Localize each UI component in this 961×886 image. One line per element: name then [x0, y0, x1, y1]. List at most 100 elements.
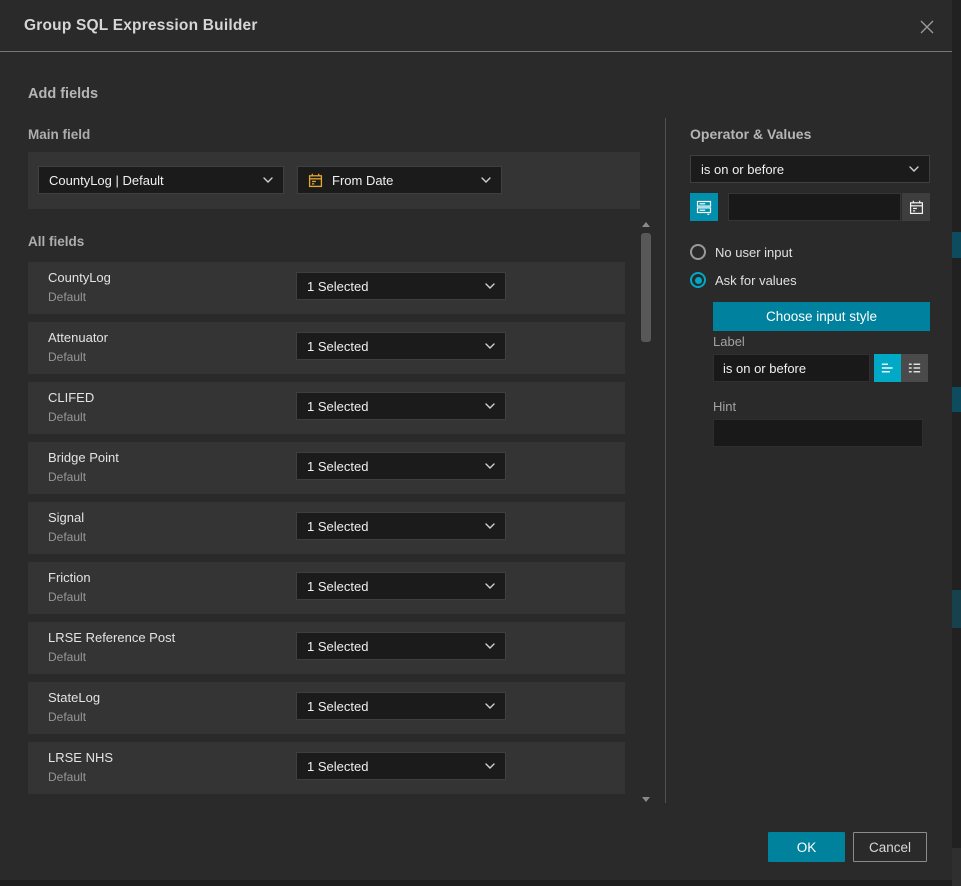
field-layer-sublabel: Default	[48, 410, 86, 424]
field-selection-value: 1 Selected	[307, 579, 479, 594]
radio-circle-selected-icon	[690, 272, 706, 288]
layer-dropdown[interactable]: CountyLog | Default	[38, 166, 284, 194]
field-name: LRSE Reference Post	[48, 630, 175, 645]
background-page-sliver	[952, 0, 961, 886]
field-row: CountyLog Default 1 Selected	[28, 262, 625, 314]
scrollbar-down-arrow-icon[interactable]	[642, 797, 650, 802]
field-selection-value: 1 Selected	[307, 519, 479, 534]
add-fields-heading: Add fields	[28, 86, 98, 102]
hint-input[interactable]	[713, 419, 923, 447]
date-picker-button[interactable]	[902, 193, 930, 221]
chevron-down-icon	[485, 403, 495, 409]
field-name: CLIFED	[48, 390, 94, 405]
field-name: Attenuator	[48, 330, 108, 345]
main-field-dropdown[interactable]: From Date	[297, 166, 502, 194]
field-selection-dropdown[interactable]: 1 Selected	[296, 512, 506, 540]
chevron-down-icon	[485, 523, 495, 529]
radio-ask-for-values[interactable]: Ask for values	[690, 272, 797, 288]
field-selection-dropdown[interactable]: 1 Selected	[296, 752, 506, 780]
all-fields-list: CountyLog Default 1 Selected Attenuator …	[28, 262, 625, 802]
chevron-down-icon	[485, 463, 495, 469]
scrollbar-up-arrow-icon[interactable]	[642, 222, 650, 227]
close-button[interactable]	[914, 14, 940, 40]
choose-input-style-button[interactable]: Choose input style	[713, 302, 930, 331]
chevron-down-icon	[481, 177, 491, 183]
align-left-icon	[880, 361, 895, 375]
field-name: LRSE NHS	[48, 750, 113, 765]
value-picker-icon	[696, 199, 712, 215]
field-name: Signal	[48, 510, 84, 525]
field-selection-value: 1 Selected	[307, 759, 479, 774]
background-page-fragment	[952, 848, 961, 886]
vertical-divider	[665, 118, 666, 803]
field-selection-value: 1 Selected	[307, 699, 479, 714]
hint-field-label: Hint	[713, 399, 736, 414]
fields-list-scrollbar[interactable]	[641, 222, 651, 802]
label-input[interactable]	[713, 354, 870, 382]
background-page-fragment	[952, 590, 961, 628]
radio-label: Ask for values	[715, 273, 797, 288]
bullet-list-icon	[907, 361, 922, 375]
single-line-style-button[interactable]	[874, 354, 901, 382]
calendar-icon	[909, 200, 924, 215]
close-icon	[918, 18, 936, 36]
field-row: Friction Default 1 Selected	[28, 562, 625, 614]
field-selection-dropdown[interactable]: 1 Selected	[296, 452, 506, 480]
field-layer-sublabel: Default	[48, 710, 86, 724]
field-row: LRSE Reference Post Default 1 Selected	[28, 622, 625, 674]
chevron-down-icon	[485, 343, 495, 349]
field-name: Friction	[48, 570, 91, 585]
operator-dropdown-value: is on or before	[701, 162, 903, 177]
value-picker-button[interactable]	[690, 193, 718, 221]
label-style-toggle-group	[874, 354, 928, 382]
chevron-down-icon	[485, 763, 495, 769]
dialog-title: Group SQL Expression Builder	[24, 17, 258, 35]
dialog-header: Group SQL Expression Builder	[0, 0, 952, 52]
field-selection-dropdown[interactable]: 1 Selected	[296, 392, 506, 420]
all-fields-heading: All fields	[28, 234, 84, 249]
main-field-panel: CountyLog | Default From Date	[28, 152, 640, 209]
field-selection-value: 1 Selected	[307, 639, 479, 654]
background-page-fragment	[952, 232, 961, 258]
field-selection-value: 1 Selected	[307, 339, 479, 354]
scrollbar-thumb[interactable]	[641, 233, 651, 342]
field-selection-dropdown[interactable]: 1 Selected	[296, 692, 506, 720]
field-row: StateLog Default 1 Selected	[28, 682, 625, 734]
field-layer-sublabel: Default	[48, 590, 86, 604]
field-row: Bridge Point Default 1 Selected	[28, 442, 625, 494]
field-selection-dropdown[interactable]: 1 Selected	[296, 332, 506, 360]
field-name: CountyLog	[48, 270, 111, 285]
background-page-bottom-strip	[0, 880, 952, 886]
field-layer-sublabel: Default	[48, 290, 86, 304]
operator-dropdown[interactable]: is on or before	[690, 155, 930, 183]
field-row: Signal Default 1 Selected	[28, 502, 625, 554]
field-selection-dropdown[interactable]: 1 Selected	[296, 272, 506, 300]
field-layer-sublabel: Default	[48, 470, 86, 484]
group-sql-expression-builder-dialog: Group SQL Expression Builder Add fields …	[0, 0, 952, 880]
radio-no-user-input[interactable]: No user input	[690, 244, 792, 260]
field-selection-dropdown[interactable]: 1 Selected	[296, 572, 506, 600]
field-layer-sublabel: Default	[48, 350, 86, 364]
chevron-down-icon	[263, 177, 273, 183]
field-selection-value: 1 Selected	[307, 399, 479, 414]
chevron-down-icon	[485, 703, 495, 709]
field-name: Bridge Point	[48, 450, 119, 465]
label-field-label: Label	[713, 334, 745, 349]
field-name: StateLog	[48, 690, 100, 705]
list-style-button[interactable]	[901, 354, 928, 382]
field-selection-dropdown[interactable]: 1 Selected	[296, 632, 506, 660]
background-page-fragment	[952, 387, 961, 412]
value-input[interactable]	[728, 193, 901, 221]
cancel-button[interactable]: Cancel	[853, 832, 927, 862]
main-field-heading: Main field	[28, 127, 90, 142]
layer-dropdown-value: CountyLog | Default	[49, 173, 257, 188]
field-layer-sublabel: Default	[48, 530, 86, 544]
field-row: Attenuator Default 1 Selected	[28, 322, 625, 374]
radio-label: No user input	[715, 245, 792, 260]
ok-button[interactable]: OK	[768, 832, 845, 862]
chevron-down-icon	[909, 166, 919, 172]
chevron-down-icon	[485, 283, 495, 289]
field-row: CLIFED Default 1 Selected	[28, 382, 625, 434]
calendar-icon	[308, 173, 323, 188]
chevron-down-icon	[485, 643, 495, 649]
